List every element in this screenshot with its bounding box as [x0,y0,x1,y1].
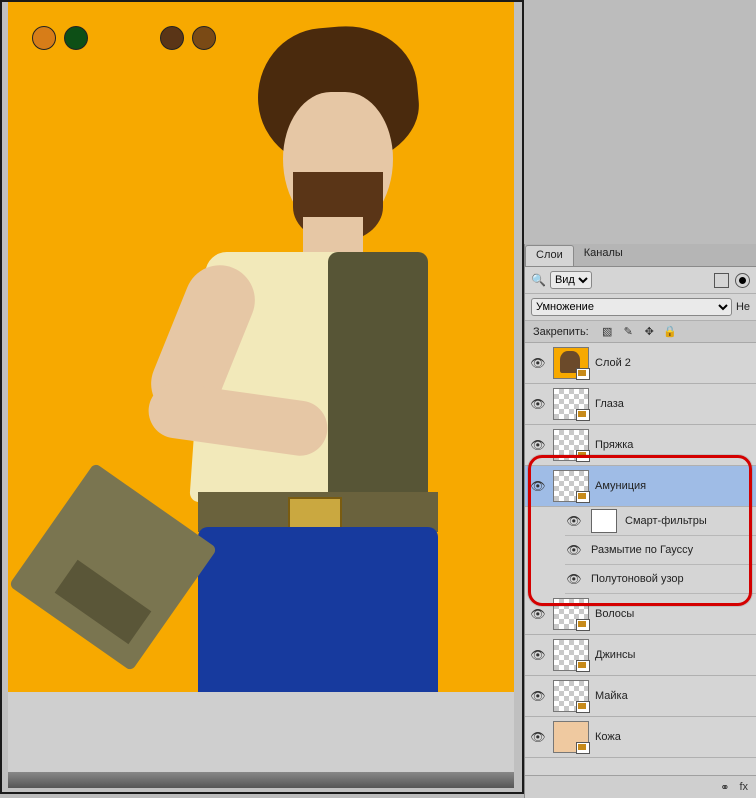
layer-name[interactable]: Амуниция [595,480,646,492]
link-layers-icon[interactable]: ⚭ [720,781,729,794]
lock-transparent-icon[interactable]: ▧ [601,325,614,338]
lock-move-icon[interactable]: ✥ [643,325,656,338]
visibility-toggle[interactable]: 👁 [529,687,547,705]
layer-row-dzhinsy[interactable]: 👁 Джинсы [525,635,756,676]
layer-name[interactable]: Джинсы [595,649,635,661]
layer-row-glaza[interactable]: 👁 Глаза [525,384,756,425]
tab-layers[interactable]: Слои [525,245,574,266]
filter-adjust-icon[interactable] [735,273,750,288]
canvas-bottom-shadow [8,772,514,788]
fx-icon[interactable]: fx [739,781,748,793]
layer-thumb[interactable] [553,598,589,630]
visibility-toggle[interactable]: 👁 [529,354,547,372]
layer-thumb[interactable] [553,388,589,420]
visibility-toggle[interactable]: 👁 [565,512,583,530]
layer-row-kozha[interactable]: 👁 Кожа [525,717,756,758]
layer-name[interactable]: Пряжка [595,439,633,451]
smart-filters-header[interactable]: 👁 Смарт-фильтры [565,507,756,536]
layer-thumb[interactable] [553,347,589,379]
smart-filter-item-halftone[interactable]: 👁 Полутоновой узор [565,565,756,594]
layer-row-volosy[interactable]: 👁 Волосы [525,594,756,635]
visibility-toggle[interactable]: 👁 [529,395,547,413]
smart-filter-name: Размытие по Гауссу [591,544,693,556]
layer-thumb[interactable] [553,680,589,712]
panel-tabs: Слои Каналы [525,244,756,267]
canvas-empty-area [8,692,514,772]
layer-name[interactable]: Глаза [595,398,624,410]
lock-row: Закрепить: ▧ ✎ ✥ 🔒 [525,321,756,343]
swatch-1[interactable] [32,26,56,50]
layer-name[interactable]: Майка [595,690,628,702]
visibility-toggle[interactable]: 👁 [529,436,547,454]
layer-thumb[interactable] [553,639,589,671]
layer-name[interactable]: Кожа [595,731,621,743]
tab-channels[interactable]: Каналы [574,244,633,266]
filter-extra-icons [714,273,750,288]
lock-all-icon[interactable]: 🔒 [664,325,677,338]
visibility-toggle[interactable]: 👁 [529,646,547,664]
lock-label: Закрепить: [533,326,589,338]
layer-row-amunitsiya[interactable]: 👁 Амуниция [525,466,756,507]
smart-filters-block: 👁 Смарт-фильтры 👁 Размытие по Гауссу 👁 П… [525,507,756,594]
layer-filter-row: 🔍 Вид [525,267,756,294]
layer-row-pryazhka[interactable]: 👁 Пряжка [525,425,756,466]
artwork-layer [8,2,514,692]
layer-kind-select[interactable]: Вид [550,271,592,289]
visibility-toggle[interactable]: 👁 [529,728,547,746]
search-icon: 🔍 [531,273,546,287]
canvas-area[interactable] [0,0,524,794]
filter-image-icon[interactable] [714,273,729,288]
layers-panel-footer: ⚭ fx [525,775,756,798]
layer-name[interactable]: Слой 2 [595,357,631,369]
layer-row-mayka[interactable]: 👁 Майка [525,676,756,717]
visibility-toggle[interactable]: 👁 [529,477,547,495]
smart-filter-item-gauss[interactable]: 👁 Размытие по Гауссу [565,536,756,565]
layer-thumb[interactable] [553,470,589,502]
blend-mode-row: Умножение Не [525,294,756,321]
app-root: Слои Каналы 🔍 Вид Умножение Не Закрепить… [0,0,756,798]
layer-row-sloy2[interactable]: 👁 Слой 2 [525,343,756,384]
smart-filters-title: Смарт-фильтры [625,515,707,527]
smart-filter-name: Полутоновой узор [591,573,684,585]
layer-name[interactable]: Волосы [595,608,634,620]
layer-thumb[interactable] [553,721,589,753]
layer-list[interactable]: 👁 Слой 2 👁 Глаза 👁 Пряжка 👁 Амуниция [525,343,756,761]
opacity-label-fragment: Не [736,301,750,313]
visibility-toggle[interactable]: 👁 [565,570,583,588]
lock-brush-icon[interactable]: ✎ [622,325,635,338]
illustration-person [68,22,468,682]
blend-mode-select[interactable]: Умножение [531,298,732,316]
layer-thumb[interactable] [553,429,589,461]
visibility-toggle[interactable]: 👁 [529,605,547,623]
visibility-toggle[interactable]: 👁 [565,541,583,559]
smart-filter-mask-thumb[interactable] [591,509,617,533]
layers-panel: Слои Каналы 🔍 Вид Умножение Не Закрепить… [524,244,756,798]
